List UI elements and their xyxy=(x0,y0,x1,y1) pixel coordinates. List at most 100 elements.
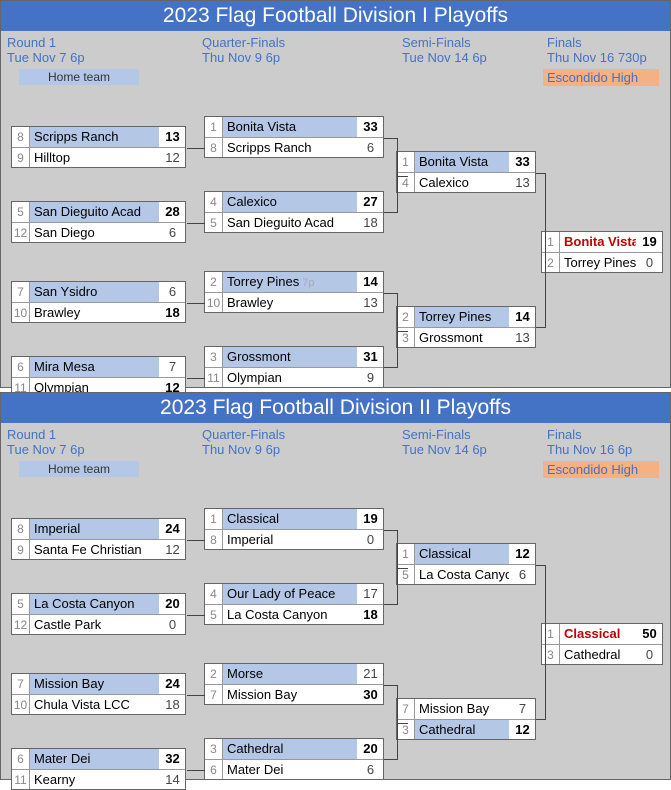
match-box: 8Imperial249Santa Fe Christian12 xyxy=(11,518,186,560)
team-row: 9Santa Fe Christian12 xyxy=(12,539,185,559)
team-row: 1Classical50 xyxy=(542,624,662,644)
team-name: Classical xyxy=(223,509,357,529)
bracket: 2023 Flag Football Division I PlayoffsRo… xyxy=(0,0,671,388)
team-name: Castle Park xyxy=(30,615,159,634)
team-row: 5La Costa Canyon20 xyxy=(12,594,185,614)
score: 14 xyxy=(509,307,535,327)
seed: 2 xyxy=(205,272,223,292)
team-row: 5San Dieguito Acad18 xyxy=(205,212,383,232)
team-row: 1Bonita Vista33 xyxy=(397,152,535,172)
seed: 6 xyxy=(205,760,223,779)
team-row: 10Chula Vista LCC18 xyxy=(12,694,185,714)
team-name: San Dieguito Acad xyxy=(223,213,357,232)
team-name: La Costa Canyon xyxy=(223,605,357,624)
match-box: 3Cathedral206Mater Dei6 xyxy=(204,738,384,780)
team-name: Mater Dei xyxy=(30,749,159,769)
connector xyxy=(536,173,546,328)
team-row: 5La Costa Canyon6 xyxy=(397,564,535,584)
seed: 9 xyxy=(12,148,30,167)
team-row: 8Scripps Ranch13 xyxy=(12,127,185,147)
score: 12 xyxy=(509,544,535,564)
team-name: Classical xyxy=(415,544,509,564)
round-label: Round 1 xyxy=(1,423,196,442)
match-box: 2Torrey Pines7p1410Brawley13 xyxy=(204,271,384,313)
match-box: 1Bonita Vista338Scripps Ranch6 xyxy=(204,116,384,158)
team-row: 7San Ysidro6 xyxy=(12,282,185,302)
seed: 8 xyxy=(205,530,223,549)
round-date: Tue Nov 7 6p xyxy=(1,442,196,461)
score: 13 xyxy=(509,173,535,192)
col-fn: FinalsThu Nov 16 730pEscondido High1Boni… xyxy=(541,31,670,387)
round-date: Tue Nov 14 6p xyxy=(396,50,541,69)
seed: 6 xyxy=(12,749,30,769)
team-row: 2Torrey Pines7p14 xyxy=(205,272,383,292)
score: 19 xyxy=(636,232,662,252)
round-label: Quarter-Finals xyxy=(196,423,396,442)
seed: 7 xyxy=(12,674,30,694)
team-row: 10Brawley18 xyxy=(12,302,185,322)
connector xyxy=(187,615,205,616)
team-row: 7Mission Bay24 xyxy=(12,674,185,694)
score: 17 xyxy=(357,584,383,604)
score: 6 xyxy=(159,223,185,242)
match-box: 2Morse217Mission Bay30 xyxy=(204,663,384,705)
seed: 7 xyxy=(397,699,415,719)
team-row: 3Grossmont13 xyxy=(397,327,535,347)
seed: 2 xyxy=(397,307,415,327)
team-name: Scripps Ranch xyxy=(223,138,357,157)
team-name: Cathedral xyxy=(415,720,509,739)
col-qf: Quarter-FinalsThu Nov 9 6p 1Bonita Vista3… xyxy=(196,31,396,387)
seed: 12 xyxy=(12,615,30,634)
score: 20 xyxy=(357,739,383,759)
seed: 10 xyxy=(12,695,30,714)
score: 50 xyxy=(636,624,662,644)
score: 18 xyxy=(357,213,383,232)
bracket-title: 2023 Flag Football Division II Playoffs xyxy=(1,393,670,423)
round-date: Thu Nov 9 6p xyxy=(196,442,396,461)
team-name: Santa Fe Christian xyxy=(30,540,159,559)
score: 13 xyxy=(357,293,383,312)
score: 27 xyxy=(357,192,383,212)
venue: Escondido High xyxy=(543,461,659,478)
connector xyxy=(384,138,398,213)
team-name: Calexico xyxy=(415,173,509,192)
team-name: Hilltop xyxy=(30,148,159,167)
col-sf: Semi-FinalsTue Nov 14 6p1Classical125La … xyxy=(396,423,541,779)
seed: 12 xyxy=(12,223,30,242)
seed: 5 xyxy=(12,202,30,222)
team-name: Olympian xyxy=(223,368,357,387)
team-row: 6Mater Dei6 xyxy=(205,759,383,779)
team-row: 4Calexico13 xyxy=(397,172,535,192)
match-box: 1Bonita Vista334Calexico13 xyxy=(396,151,536,193)
team-name: Mission Bay xyxy=(223,685,357,704)
round-label: Finals xyxy=(541,423,670,442)
connector xyxy=(398,723,408,724)
home-team-legend: Home team xyxy=(19,69,139,85)
seed: 4 xyxy=(205,584,223,604)
score: 14 xyxy=(159,770,185,789)
connector xyxy=(187,378,205,379)
round-date: Thu Nov 9 6p xyxy=(196,50,396,69)
col-sf: Semi-FinalsTue Nov 14 6p 1Bonita Vista334… xyxy=(396,31,541,387)
round-label: Quarter-Finals xyxy=(196,31,396,50)
match-box: 5San Dieguito Acad2812San Diego6 xyxy=(11,201,186,243)
team-name: Grossmont xyxy=(415,328,509,347)
score: 6 xyxy=(509,565,535,584)
team-name: Bonita Vista xyxy=(415,152,509,172)
score: 14 xyxy=(357,272,383,292)
match-box: 7Mission Bay2410Chula Vista LCC18 xyxy=(11,673,186,715)
score: 0 xyxy=(159,615,185,634)
round-date: Thu Nov 16 6p xyxy=(541,442,670,461)
seed: 11 xyxy=(12,770,30,789)
seed: 5 xyxy=(205,605,223,624)
team-row: 10Brawley13 xyxy=(205,292,383,312)
score: 6 xyxy=(357,138,383,157)
team-row: 8Scripps Ranch6 xyxy=(205,137,383,157)
connector xyxy=(398,176,408,177)
team-name: Mission Bay xyxy=(415,699,509,719)
team-row: 4Our Lady of Peace17 xyxy=(205,584,383,604)
team-name: Imperial xyxy=(30,519,159,539)
round-label: Semi-Finals xyxy=(396,31,541,50)
match-box: 6Mater Dei3211Kearny14 xyxy=(11,748,186,790)
match-box: 8Scripps Ranch139Hilltop12 xyxy=(11,126,186,168)
